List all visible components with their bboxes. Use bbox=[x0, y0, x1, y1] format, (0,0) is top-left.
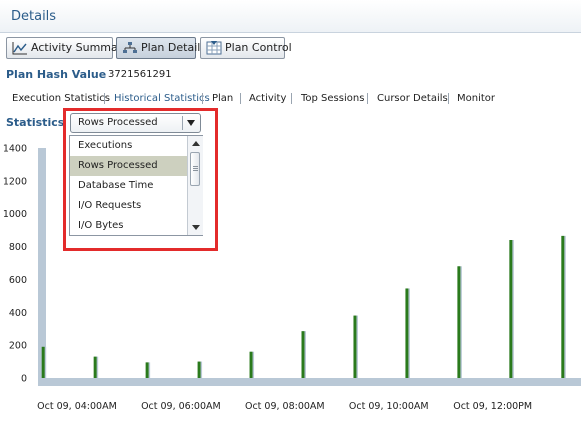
x-tick-label: Oct 09, 08:00AM bbox=[245, 401, 325, 412]
plan-hash-value: 3721561291 bbox=[108, 69, 172, 80]
x-axis-band bbox=[38, 378, 581, 386]
activity-summary-button[interactable]: Activity Summary bbox=[6, 37, 129, 59]
tab-separator bbox=[291, 93, 292, 104]
tab-monitor[interactable]: Monitor bbox=[457, 93, 495, 104]
x-tick-label: Oct 09, 10:00AM bbox=[349, 401, 429, 412]
y-tick-label: 400 bbox=[9, 308, 27, 319]
line-chart-icon bbox=[12, 42, 27, 55]
statistics-label: Statistics bbox=[6, 116, 65, 129]
bar bbox=[249, 351, 253, 378]
y-tick-label: 1200 bbox=[3, 176, 27, 187]
y-tick-label: 200 bbox=[9, 341, 27, 352]
details-header: Details bbox=[0, 0, 581, 33]
y-tick-label: 800 bbox=[9, 242, 27, 253]
plan-hash-label: Plan Hash Value bbox=[6, 68, 107, 81]
details-title: Details bbox=[11, 9, 57, 24]
activity-summary-label: Activity Summary bbox=[31, 41, 129, 54]
plan-control-icon bbox=[206, 41, 222, 55]
plan-details-label: Plan Details bbox=[141, 41, 207, 54]
tab-separator bbox=[367, 93, 368, 104]
bar bbox=[509, 240, 513, 378]
x-tick-label: Oct 09, 06:00AM bbox=[141, 401, 221, 412]
tab-top-sessions[interactable]: Top Sessions bbox=[301, 93, 364, 104]
bar bbox=[93, 356, 97, 378]
highlight-annotation bbox=[63, 108, 218, 251]
x-tick-label: Oct 09, 04:00AM bbox=[37, 401, 117, 412]
y-tick-label: 600 bbox=[9, 275, 27, 286]
plan-control-label: Plan Control bbox=[225, 41, 292, 54]
plan-control-button[interactable]: Plan Control bbox=[200, 37, 292, 59]
tab-separator bbox=[240, 93, 241, 104]
tab-activity[interactable]: Activity bbox=[249, 93, 286, 104]
bar bbox=[457, 266, 461, 378]
bar bbox=[353, 315, 357, 378]
y-tick-label: 1000 bbox=[3, 209, 27, 220]
bar bbox=[197, 361, 201, 378]
tab-execution-statistics[interactable]: Execution Statistics bbox=[12, 93, 110, 104]
bar bbox=[301, 331, 305, 378]
bar bbox=[145, 362, 149, 378]
tab-cursor-details[interactable]: Cursor Details bbox=[377, 93, 448, 104]
tab-separator bbox=[104, 93, 105, 104]
plan-details-button[interactable]: Plan Details bbox=[116, 37, 206, 59]
tab-separator bbox=[202, 93, 203, 104]
tab-historical-statistics[interactable]: Historical Statistics bbox=[114, 93, 210, 104]
tab-separator bbox=[448, 93, 449, 104]
tab-plan[interactable]: Plan bbox=[212, 93, 233, 104]
x-tick-label: Oct 09, 12:00PM bbox=[453, 401, 532, 412]
bar bbox=[561, 235, 565, 378]
tree-diagram-icon bbox=[123, 42, 137, 53]
bar bbox=[405, 288, 409, 378]
y-tick-label: 0 bbox=[21, 374, 27, 385]
bar bbox=[41, 346, 45, 378]
y-tick-label: 1400 bbox=[3, 144, 27, 155]
